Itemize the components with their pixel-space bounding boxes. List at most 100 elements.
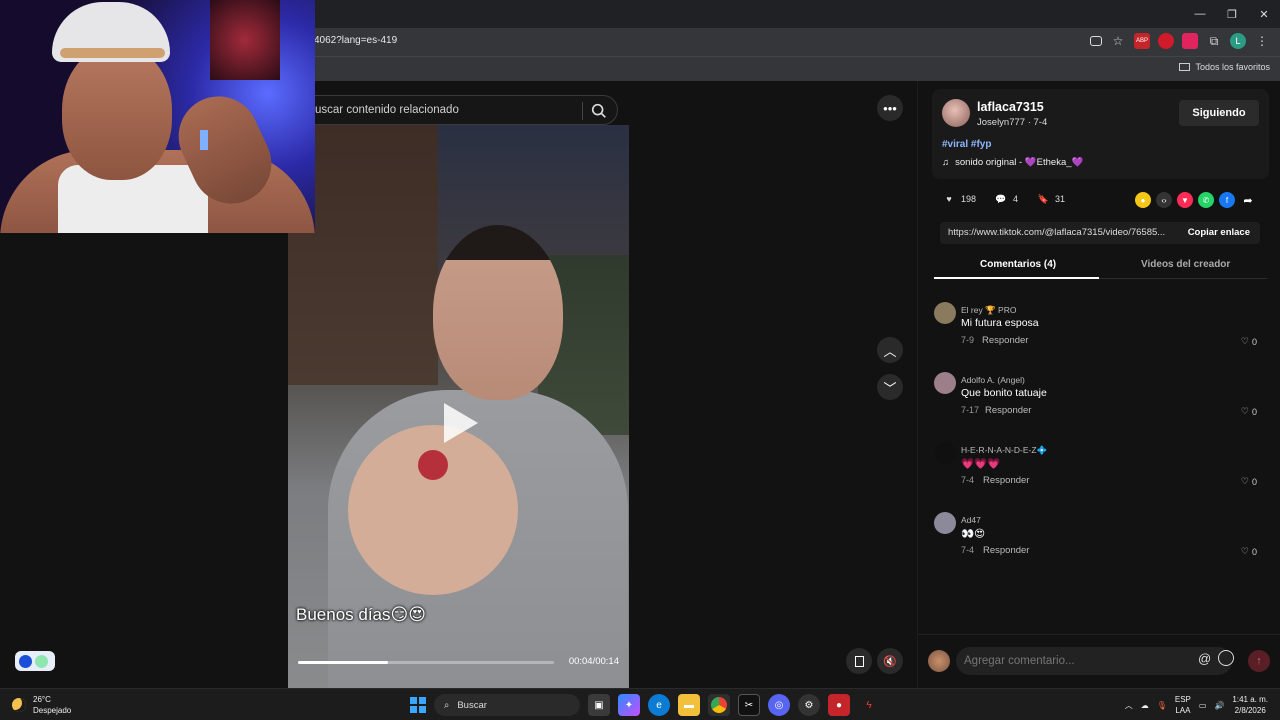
clock[interactable]: 1:41 a. m. 2/8/2026 [1232, 694, 1268, 716]
post-comment-button[interactable]: ↑ [1248, 650, 1270, 672]
next-video-button[interactable]: ﹀ [877, 374, 903, 400]
webcam-glow [200, 130, 208, 150]
windows-start-icon[interactable] [410, 697, 426, 713]
restore-icon[interactable]: ❐ [1216, 0, 1248, 28]
profile-avatar-icon[interactable]: L [1230, 33, 1246, 49]
extension-video-icon[interactable] [1182, 33, 1198, 49]
comment-avatar[interactable] [934, 442, 956, 464]
menu-dots-icon[interactable]: ⋮ [1254, 33, 1270, 49]
comment-input[interactable] [956, 647, 1232, 675]
all-bookmarks[interactable]: Todos los favoritos [1179, 62, 1270, 72]
comment-like-count: 0 [1251, 406, 1257, 417]
comment-avatar[interactable] [934, 512, 956, 534]
facebook-icon[interactable]: f [1219, 192, 1235, 208]
video-caption: Buenos días😏😍 [296, 605, 426, 624]
reply-button[interactable]: Responder [983, 545, 1029, 556]
comment-author[interactable]: H-E-R-N-A-N-D-E-Z💠 [961, 445, 1047, 456]
creator-avatar[interactable] [942, 99, 970, 127]
webcam-person-face [62, 45, 172, 180]
network-icon[interactable]: ▭ [1199, 701, 1207, 710]
music-note-icon: ♫ [942, 157, 950, 168]
install-icon[interactable] [1090, 36, 1102, 46]
comment-count: 4 [1013, 194, 1019, 204]
microphone-icon[interactable]: 🎙 [1157, 701, 1167, 710]
lightning-app-icon[interactable]: ϟ [858, 694, 880, 716]
adblock-icon[interactable]: ABP [1134, 33, 1150, 49]
floating-extension-pill[interactable] [15, 651, 55, 671]
save-action[interactable]: 🔖 31 [1036, 192, 1065, 206]
more-options-button[interactable]: ••• [877, 95, 903, 121]
active-tab-indicator [934, 277, 1099, 279]
discord-icon[interactable]: ◎ [768, 694, 790, 716]
comment-action[interactable]: 💬 4 [994, 192, 1018, 206]
copy-link-button[interactable]: Copiar enlace [1188, 227, 1250, 238]
weather-widget[interactable]: 26°C Despejado [12, 694, 71, 716]
comment-bubble-icon: 💬 [995, 193, 1007, 204]
search-icon[interactable] [590, 102, 608, 120]
play-icon[interactable] [444, 403, 478, 443]
send-icon[interactable]: ▼ [1177, 192, 1193, 208]
video-timer: 00:04/00:14 [568, 656, 619, 667]
app-icon[interactable]: ⚙ [798, 694, 820, 716]
tab-comments[interactable]: Comentarios (4) [980, 259, 1056, 270]
friends-share-icon[interactable]: ● [1135, 192, 1151, 208]
task-view-icon[interactable]: ▣ [588, 694, 610, 716]
onedrive-icon[interactable]: ☁ [1141, 701, 1149, 710]
my-avatar [928, 650, 950, 672]
file-explorer-icon[interactable]: ▬ [678, 694, 700, 716]
taskbar-search[interactable]: ⌕ Buscar [434, 694, 580, 716]
comment-date: 7-17 [961, 405, 980, 415]
extension-red-icon[interactable] [1158, 33, 1174, 49]
embed-icon[interactable]: ‹› [1156, 192, 1172, 208]
clock-time: 1:41 a. m. [1232, 695, 1268, 704]
video-player[interactable]: Buenos días😏😍 00:04/00:14 [288, 125, 629, 688]
search-input[interactable]: uscar contenido relacionado [315, 104, 459, 116]
hashtags[interactable]: #viral #fyp [942, 139, 991, 150]
url-field[interactable]: 4062?lang=es-419 [314, 35, 397, 46]
copilot-icon[interactable]: ✦ [618, 694, 640, 716]
reply-button[interactable]: Responder [985, 405, 1031, 416]
mention-icon[interactable]: @ [1198, 651, 1211, 666]
capcut-icon[interactable]: ✂ [738, 694, 760, 716]
pip-button[interactable] [846, 648, 872, 674]
recorder-icon[interactable]: ● [828, 694, 850, 716]
comment-author[interactable]: El rey 🏆 PRO [961, 305, 1016, 316]
previous-video-button[interactable]: ︿ [877, 337, 903, 363]
chrome-icon[interactable] [708, 694, 730, 716]
webcam-background-light [210, 0, 280, 80]
comment-like[interactable]: ♡ 0 [1241, 406, 1257, 417]
language-indicator[interactable]: ESP LAA [1175, 694, 1191, 716]
share-arrow-icon[interactable]: ➦ [1240, 192, 1256, 208]
comment-author[interactable]: Adolfo A. (Angel) [961, 375, 1025, 385]
emoji-icon[interactable] [1218, 650, 1234, 666]
comment-like[interactable]: ♡ 0 [1241, 476, 1257, 487]
video-link[interactable]: https://www.tiktok.com/@laflaca7315/vide… [948, 227, 1178, 238]
star-icon[interactable]: ☆ [1110, 33, 1126, 49]
comment-tabs: Comentarios (4) Videos del creador [934, 255, 1267, 279]
following-button[interactable]: Siguiendo [1179, 100, 1259, 126]
extension-logo-icon [19, 654, 32, 668]
video-progress-bar[interactable] [298, 661, 554, 664]
comment-avatar[interactable] [934, 302, 956, 324]
minimize-icon[interactable]: — [1184, 0, 1216, 28]
language-code: ESP [1174, 695, 1191, 704]
reply-button[interactable]: Responder [982, 335, 1028, 346]
share-row: ● ‹› ▼ ✆ f ➦ [1135, 192, 1256, 208]
puzzle-icon[interactable]: ⧉ [1206, 33, 1222, 49]
tab-creator-videos[interactable]: Videos del creador [1141, 259, 1230, 270]
related-search[interactable]: uscar contenido relacionado [300, 95, 618, 125]
creator-username[interactable]: laflaca7315 [977, 100, 1044, 114]
reply-button[interactable]: Responder [983, 475, 1029, 486]
close-icon[interactable]: ✕ [1248, 0, 1280, 28]
comment-avatar[interactable] [934, 372, 956, 394]
whatsapp-icon[interactable]: ✆ [1198, 192, 1214, 208]
volume-icon[interactable]: 🔊 [1214, 701, 1224, 710]
comment-like[interactable]: ♡ 0 [1241, 546, 1257, 557]
tray-chevron-icon[interactable]: ︿ [1125, 700, 1133, 711]
music-row[interactable]: ♫ sonido original - 💜Etheka_💜 [942, 157, 1083, 168]
edge-icon[interactable]: e [648, 694, 670, 716]
comment-like[interactable]: ♡ 0 [1241, 336, 1257, 347]
mute-button[interactable]: 🔇 [877, 648, 903, 674]
comment-author[interactable]: Ad47 [961, 515, 981, 525]
like-action[interactable]: ♥ 198 [942, 192, 976, 206]
